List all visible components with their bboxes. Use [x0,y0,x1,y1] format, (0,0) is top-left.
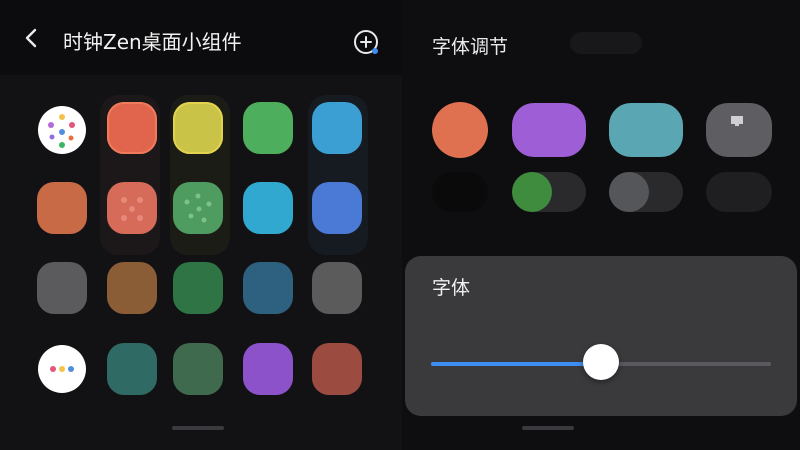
font-size-slider-fill [431,362,601,366]
background-shape [570,32,642,54]
font-size-slider-thumb[interactable] [583,344,619,380]
color-swatch[interactable] [706,103,772,157]
color-swatch[interactable] [432,102,488,158]
toggle-swatch[interactable] [609,172,683,212]
widget-style-tile[interactable] [37,262,87,314]
color-dots-icon [38,106,86,154]
home-indicator [522,426,574,430]
widget-style-tile[interactable] [107,182,157,234]
widget-style-tile[interactable] [107,262,157,314]
color-swatch[interactable] [706,172,772,212]
widget-gallery-panel: 时钟Zen桌面小组件 [0,0,402,450]
toggle-swatch[interactable] [512,172,586,212]
dot-pattern-icon [121,197,143,221]
widget-style-tile[interactable] [37,104,87,156]
widget-style-tile[interactable] [243,102,293,154]
widget-style-tile[interactable] [243,262,293,314]
page-title: 时钟Zen桌面小组件 [63,30,242,54]
widget-style-tile[interactable] [312,182,362,234]
font-size-card: 字体 [405,256,797,416]
font-settings-panel: 字体调节 字体 [402,0,800,450]
toggle-knob [609,172,649,212]
monitor-icon [731,116,743,126]
card-title: 字体 [432,277,471,299]
widget-style-tile[interactable] [312,343,362,395]
toggle-knob [512,172,552,212]
color-swatch[interactable] [609,103,683,157]
widget-style-tile[interactable] [312,102,362,154]
color-dots-icon [38,345,86,393]
widget-style-tile[interactable] [107,102,157,154]
dot-pattern-icon [184,193,212,223]
widget-style-tile[interactable] [243,182,293,234]
home-indicator [172,426,224,430]
widget-style-tile[interactable] [173,343,223,395]
widget-style-tile[interactable] [243,343,293,395]
widget-style-tile[interactable] [37,182,87,234]
add-circle-icon[interactable] [352,28,380,56]
panel-title: 字体调节 [432,36,509,58]
widget-style-tile[interactable] [173,182,223,234]
chevron-left-icon[interactable] [20,26,44,50]
widget-style-tile[interactable] [312,262,362,314]
widget-style-tile[interactable] [173,262,223,314]
color-swatch[interactable] [432,172,488,212]
color-swatch[interactable] [512,103,586,157]
widget-style-tile[interactable] [173,102,223,154]
widget-style-tile[interactable] [37,343,87,395]
widget-style-tile[interactable] [107,343,157,395]
app-header: 时钟Zen桌面小组件 [0,0,402,75]
